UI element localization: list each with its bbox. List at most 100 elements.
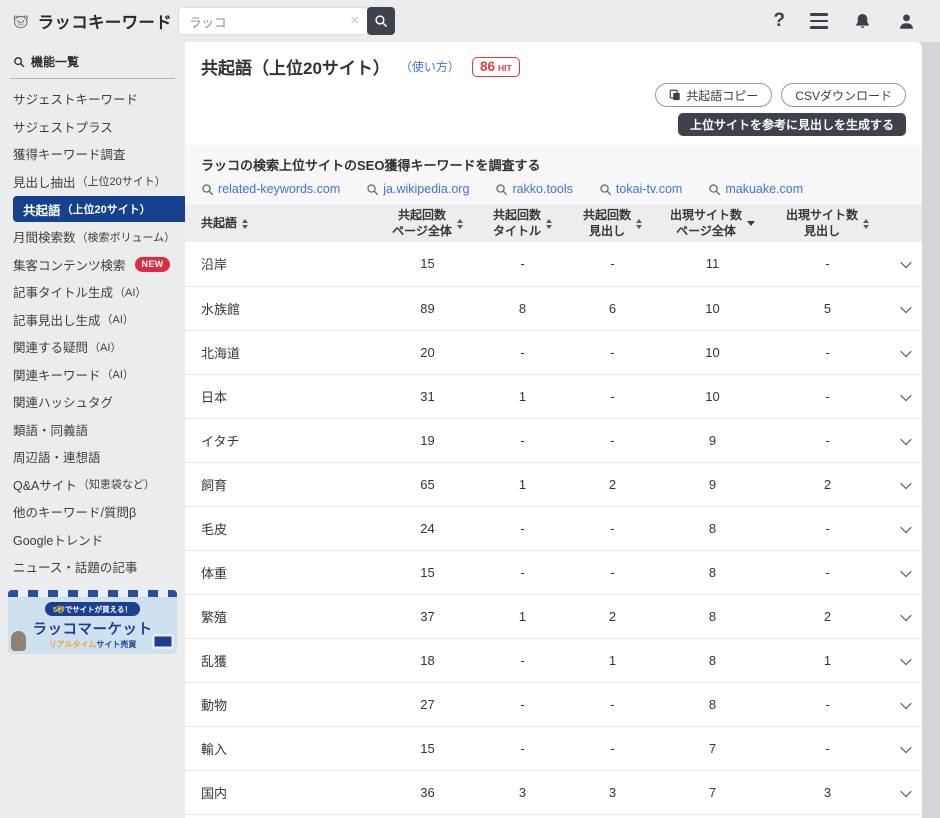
value-cell: 3 [570,770,655,814]
sidebar-item[interactable]: サジェストプラス [0,113,185,141]
search-button[interactable] [367,7,395,35]
chevron-down-icon[interactable] [900,301,911,312]
sidebar-item[interactable]: 関連ハッシュタグ [0,388,185,416]
table-row[interactable]: 飼育651292 [185,462,922,506]
expand-cell [885,418,922,462]
column-header[interactable]: 共起回数タイトル [475,205,570,242]
search-icon [201,183,214,196]
sidebar-item[interactable]: 記事タイトル生成（AI） [0,278,185,306]
value-cell: - [475,506,570,550]
sidebar-item-label: 記事見出し生成 [13,310,101,329]
sidebar-item-sublabel: （知恵袋など） [78,476,155,492]
sidebar-item[interactable]: Q&Aサイト（知恵袋など） [0,471,185,499]
sidebar-item[interactable]: 月間検索数（検索ボリューム） [0,223,185,251]
sidebar-item[interactable]: 周辺語・連想語 [0,443,185,471]
value-cell: 36 [380,770,475,814]
sidebar-item-label: 獲得キーワード調査 [13,144,126,163]
clear-icon[interactable]: × [350,12,359,29]
site-link[interactable]: related-keywords.com [201,182,340,196]
value-cell: 8 [655,638,770,682]
expand-cell [885,330,922,374]
sidebar-item[interactable]: 関連キーワード（AI） [0,361,185,389]
logo[interactable]: ラッコキーワード [0,9,172,34]
value-cell: 8 [655,682,770,726]
site-link-label: related-keywords.com [218,182,340,196]
table-row[interactable]: 沿岸15--11- [185,242,922,286]
expand-cell [885,462,922,506]
sidebar-item-label: サジェストキーワード [13,89,138,108]
table-row[interactable]: 乱獲18-181 [185,638,922,682]
sort-icon [636,219,642,229]
user-icon[interactable] [897,12,916,31]
search-input[interactable] [178,7,368,35]
column-header-label: 共起語 [201,216,237,232]
chevron-down-icon[interactable] [900,257,911,268]
value-cell: - [570,242,655,286]
value-cell: 37 [380,594,475,638]
site-link[interactable]: makuake.com [708,182,803,196]
site-link[interactable]: ja.wikipedia.org [366,182,469,196]
sidebar-item[interactable]: 見出し抽出（上位20サイト） [0,168,185,196]
value-cell: - [475,418,570,462]
column-header[interactable]: 出現サイト数ページ全体 [655,205,770,242]
column-header[interactable]: 共起回数ページ全体 [380,205,475,242]
table-row[interactable]: 北海道20--10- [185,330,922,374]
copy-cooccurrence-button[interactable]: 共起語コピー [655,83,772,107]
chevron-down-icon[interactable] [900,697,911,708]
promo-banner[interactable]: 5秒でサイトが買える！ ラッコマーケット リアルタイムサイト売買 [8,590,177,654]
menu-icon[interactable] [810,13,828,28]
chevron-down-icon[interactable] [900,521,911,532]
value-cell: 2 [570,462,655,506]
cooccurrence-word: 国内 [185,770,380,814]
sidebar-item-label: 他のキーワード/質問β [13,502,136,521]
expand-cell [885,682,922,726]
chevron-down-icon[interactable] [900,389,911,400]
chevron-down-icon[interactable] [900,609,911,620]
value-cell: - [475,242,570,286]
sidebar-item[interactable]: Googleトレンド [0,526,185,554]
sidebar-item[interactable]: 記事見出し生成（AI） [0,306,185,334]
column-header[interactable]: 出現サイト数見出し [770,205,885,242]
chevron-down-icon[interactable] [900,477,911,488]
table-row[interactable]: 毛皮24--8- [185,506,922,550]
sidebar-item[interactable]: サジェストキーワード [0,85,185,113]
sort-icon [546,219,552,229]
site-link[interactable]: tokai-tv.com [599,182,682,196]
cooccurrence-word: 輸入 [185,726,380,770]
sidebar-item[interactable]: 共起語（上位20サイト） [13,196,185,222]
table-row[interactable]: イタチ19--9- [185,418,922,462]
column-header[interactable]: 共起回数見出し [570,205,655,242]
table-row[interactable]: 体重15--8- [185,550,922,594]
sidebar-item-label: Q&Aサイト [13,475,77,494]
chevron-down-icon[interactable] [900,345,911,356]
value-cell: 10 [655,286,770,330]
site-link[interactable]: rakko.tools [495,182,572,196]
value-cell: 7 [655,726,770,770]
value-cell: - [475,330,570,374]
table-row[interactable]: 水族館8986105 [185,286,922,330]
usage-link[interactable]: （使い方） [400,58,460,75]
generate-headings-button[interactable]: 上位サイトを参考に見出しを生成する [678,113,906,136]
chevron-down-icon[interactable] [900,741,911,752]
column-header[interactable]: 共起語 [185,205,380,242]
sidebar-item[interactable]: 他のキーワード/質問β [0,498,185,526]
value-cell: 1 [770,638,885,682]
chevron-down-icon[interactable] [900,653,911,664]
sidebar-item[interactable]: 獲得キーワード調査 [0,140,185,168]
table-row[interactable]: 輸入15--7- [185,726,922,770]
bell-icon[interactable] [853,12,872,31]
sidebar-item[interactable]: 類語・同義語 [0,416,185,444]
table-row[interactable]: 国内363373 [185,770,922,814]
chevron-down-icon[interactable] [900,433,911,444]
sidebar-item[interactable]: 集客コンテンツ検索NEW [0,251,185,279]
expand-cell [885,638,922,682]
chevron-down-icon[interactable] [900,785,911,796]
table-row[interactable]: 日本311-10- [185,374,922,418]
table-row[interactable]: 動物27--8- [185,682,922,726]
chevron-down-icon[interactable] [900,565,911,576]
sidebar-item[interactable]: 関連する疑問（AI） [0,333,185,361]
sidebar-item[interactable]: ニュース・話題の記事 [0,553,185,581]
csv-download-button[interactable]: CSVダウンロード [781,83,906,107]
table-row[interactable]: 繁殖371282 [185,594,922,638]
help-icon[interactable]: ? [773,10,785,32]
